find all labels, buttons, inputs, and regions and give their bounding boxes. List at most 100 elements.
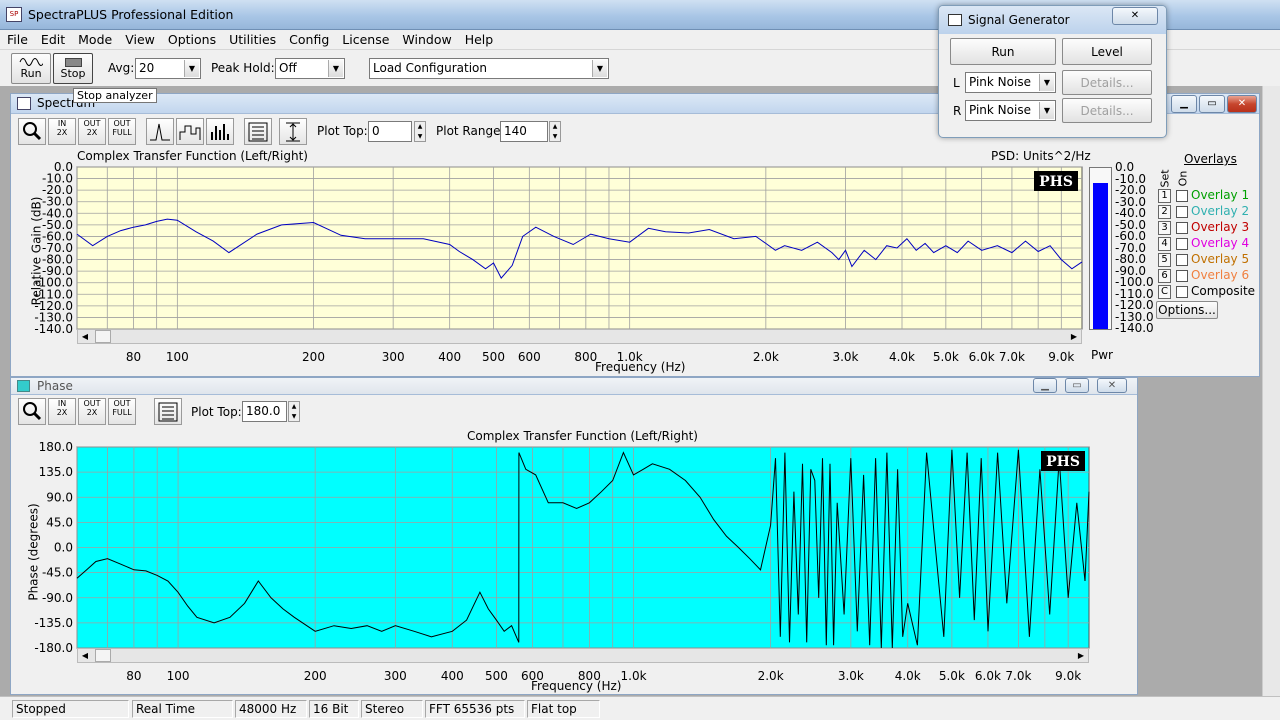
overlay-label: Overlay 6 [1191, 268, 1250, 282]
phase-plot-top-spinner[interactable]: ▲ ▼ [288, 401, 300, 422]
on-label: On [1176, 170, 1190, 187]
phase-zoom-in-2x-button[interactable]: IN 2X [48, 398, 76, 425]
generator-run-button[interactable]: Run [950, 38, 1056, 65]
scroll-thumb[interactable] [95, 649, 111, 662]
scroll-right-button[interactable]: ▶ [1067, 330, 1081, 343]
phase-scrollbar[interactable]: ◀ ▶ [77, 648, 1089, 663]
bar-mode-button[interactable] [206, 118, 234, 145]
phase-window-icon [17, 380, 30, 392]
menu-view[interactable]: View [118, 30, 161, 47]
x-tick-label: 9.0k [1048, 350, 1074, 364]
overlay-set-button[interactable]: 2 [1158, 205, 1171, 219]
x-tick-label: 80 [126, 350, 141, 364]
overlay-options-button[interactable]: Options... [1156, 301, 1218, 319]
phase-plot-top-value: 180.0 [246, 404, 281, 418]
signal-generator-close-button[interactable]: ✕ [1112, 7, 1158, 25]
menu-options[interactable]: Options [161, 30, 222, 47]
phase-plot-top-input[interactable]: 180.0 [242, 401, 287, 422]
scroll-thumb[interactable] [95, 330, 111, 343]
right-signal-select[interactable]: Pink Noise ▼ [965, 100, 1056, 121]
zoom-out-2x-button[interactable]: OUT 2X [78, 118, 106, 145]
zoom-out-full-button[interactable]: OUT FULL [108, 118, 136, 145]
signal-generator-title-bar: Signal Generator ✕ [939, 6, 1166, 34]
overlay-row: 5 Overlay 5 [1158, 252, 1268, 268]
step-mode-button[interactable] [176, 118, 204, 145]
phase-scale-button[interactable] [154, 398, 182, 425]
overlay-set-button[interactable]: 6 [1158, 269, 1171, 283]
menu-utilities[interactable]: Utilities [222, 30, 282, 47]
phase-maximize-button[interactable]: ▭ [1065, 378, 1089, 393]
phase-minimize-button[interactable]: ▁ [1033, 378, 1057, 393]
scale-button[interactable] [244, 118, 272, 145]
power-meter [1089, 167, 1112, 330]
zoom-button[interactable] [18, 118, 46, 145]
chevron-down-icon: ▼ [1039, 102, 1054, 119]
overlay-set-button[interactable]: 1 [1158, 189, 1171, 203]
status-bar: Stopped Real Time 48000 Hz 16 Bit Stereo… [0, 696, 1280, 720]
power-scale-label: -140.0 [1115, 321, 1154, 335]
overlay-checkbox[interactable] [1176, 222, 1188, 234]
x-tick-label: 4.0k [895, 669, 921, 683]
scroll-left-button[interactable]: ◀ [78, 649, 92, 662]
menu-license[interactable]: License [335, 30, 395, 47]
overlay-checkbox[interactable] [1176, 238, 1188, 250]
phase-zoom-button[interactable] [18, 398, 46, 425]
avg-select[interactable]: 20 ▼ [135, 58, 201, 79]
scroll-right-button[interactable]: ▶ [1074, 649, 1088, 662]
mdi-vertical-scrollbar[interactable] [1262, 86, 1280, 696]
overlay-checkbox[interactable] [1176, 190, 1188, 202]
autoscale-button[interactable] [279, 118, 307, 145]
overlay-checkbox[interactable] [1176, 286, 1188, 298]
maximize-button[interactable]: ▭ [1199, 95, 1225, 113]
spectrum-plot-top-input[interactable]: 0 [368, 121, 412, 142]
overlay-set-button[interactable]: 5 [1158, 253, 1171, 267]
ruler-icon [158, 402, 178, 422]
chevron-down-icon: ▼ [184, 60, 199, 77]
phase-zoom-out-2x-button[interactable]: OUT 2X [78, 398, 106, 425]
close-button[interactable]: ✕ [1227, 95, 1257, 113]
overlay-set-button[interactable]: 3 [1158, 221, 1171, 235]
menu-file[interactable]: File [0, 30, 34, 47]
overlay-checkbox[interactable] [1176, 254, 1188, 266]
menu-help[interactable]: Help [458, 30, 500, 47]
overlay-row: C Composite [1158, 284, 1268, 300]
overlay-checkbox[interactable] [1176, 206, 1188, 218]
menu-config[interactable]: Config [282, 30, 335, 47]
right-details-label: Details... [1080, 103, 1134, 118]
overlay-set-button[interactable]: 4 [1158, 237, 1171, 251]
x-tick-label: 300 [382, 350, 405, 364]
x-tick-label: 5.0k [933, 350, 959, 364]
config-select[interactable]: Load Configuration ▼ [369, 58, 609, 79]
x-tick-label: 4.0k [889, 350, 915, 364]
x-tick-label: 500 [485, 669, 508, 683]
menu-mode[interactable]: Mode [71, 30, 118, 47]
spectrum-scrollbar[interactable]: ◀ ▶ [77, 329, 1082, 344]
left-signal-select[interactable]: Pink Noise ▼ [965, 72, 1056, 93]
phase-close-button[interactable]: ✕ [1097, 378, 1127, 393]
run-button[interactable]: Run [11, 53, 51, 84]
y-tick-label: -140.0 [34, 322, 73, 336]
generator-level-button[interactable]: Level [1062, 38, 1152, 65]
menu-window[interactable]: Window [395, 30, 457, 47]
status-bits: 16 Bit [309, 700, 359, 718]
scroll-left-button[interactable]: ◀ [78, 330, 92, 343]
overlay-row: 4 Overlay 4 [1158, 236, 1268, 252]
minimize-button[interactable]: ▁ [1171, 95, 1197, 113]
status-channels: Stereo [361, 700, 423, 718]
peak-mode-button[interactable] [146, 118, 174, 145]
peak-hold-select[interactable]: Off ▼ [275, 58, 345, 79]
phase-zoom-out-full-button[interactable]: OUT FULL [108, 398, 136, 425]
config-value: Load Configuration [373, 61, 487, 75]
phase-x-axis-label: Frequency (Hz) [531, 679, 622, 693]
plot-range-spinner[interactable]: ▲ ▼ [549, 121, 561, 142]
overlay-set-button[interactable]: C [1158, 285, 1171, 299]
bar-graph-icon [211, 124, 229, 140]
zoom-in-2x-button[interactable]: IN 2X [48, 118, 76, 145]
menu-edit[interactable]: Edit [34, 30, 71, 47]
overlay-checkbox[interactable] [1176, 270, 1188, 282]
overlay-options-label: Options... [1158, 303, 1216, 317]
plot-top-spinner[interactable]: ▲ ▼ [414, 121, 426, 142]
stop-tooltip: Stop analyzer [73, 88, 157, 103]
plot-range-input[interactable]: 140 [500, 121, 548, 142]
stop-button[interactable]: Stop [53, 53, 93, 84]
